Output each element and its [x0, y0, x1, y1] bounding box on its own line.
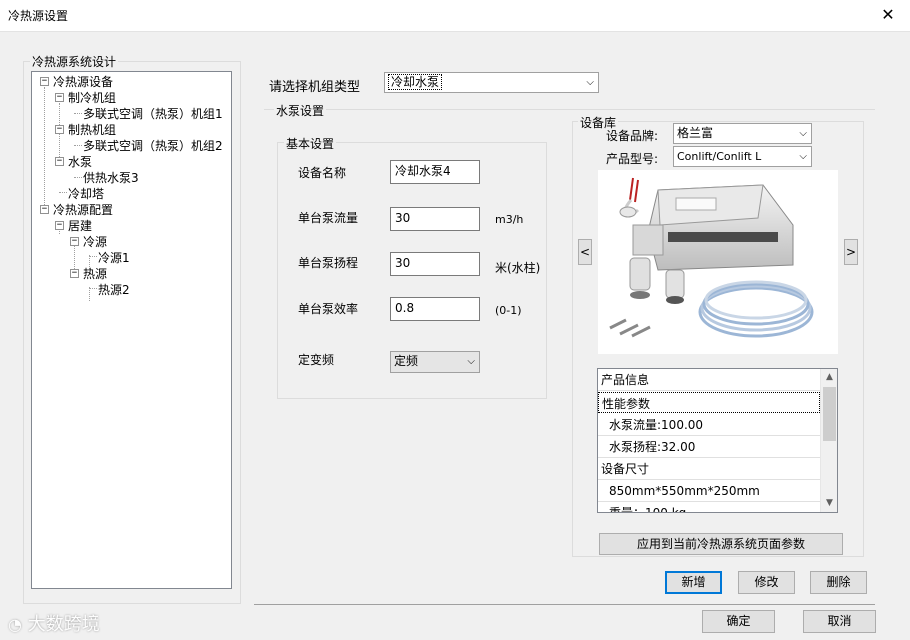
list-item-selected[interactable]: 性能参数 [598, 392, 820, 413]
list-item[interactable]: 产品信息 [598, 369, 820, 391]
frequency-value: 定频 [394, 354, 419, 368]
tree-item-config[interactable]: 冷热源配置 [53, 203, 113, 217]
tree-item-heat-source-2[interactable]: 热源2 [98, 283, 130, 297]
frequency-label: 定变频 [298, 353, 335, 367]
head-unit: 米(水柱) [495, 261, 541, 275]
list-item[interactable]: 水泵流量:100.00 [598, 414, 820, 436]
chevron-down-icon: ⌵ [799, 151, 807, 162]
window-title: 冷热源设置 [8, 9, 69, 23]
efficiency-label: 单台泵效率 [298, 302, 359, 316]
efficiency-field[interactable]: 0.8 [390, 297, 480, 321]
chevron-down-icon: ⌵ [586, 77, 594, 88]
list-item[interactable]: 水泵扬程:32.00 [598, 436, 820, 458]
tree-item-cold-source-1[interactable]: 冷源1 [98, 251, 130, 265]
tree-item-chiller[interactable]: 制冷机组 [68, 91, 116, 105]
model-value: Conlift/Conlift L [677, 150, 762, 163]
basic-settings-label: 基本设置 [284, 135, 337, 152]
tree-item-cooling-tower[interactable]: 冷却塔 [68, 187, 104, 201]
prev-image-button[interactable]: < [578, 239, 592, 265]
watermark-icon: ◔ [8, 615, 22, 634]
scroll-thumb[interactable] [823, 387, 836, 441]
tree-item-equipment[interactable]: 冷热源设备 [53, 75, 113, 89]
tree-item-heater[interactable]: 制热机组 [68, 123, 116, 137]
system-design-label: 冷热源系统设计 [30, 53, 119, 70]
list-scrollbar[interactable]: ▲ ▼ [820, 369, 837, 512]
efficiency-range: (0-1) [495, 304, 522, 317]
tree-item-vrf-2[interactable]: 多联式空调（热泵）机组2 [83, 139, 223, 153]
model-select[interactable]: Conlift/Conlift L ⌵ [673, 146, 812, 167]
collapse-icon[interactable]: − [55, 125, 64, 134]
product-image [598, 170, 838, 354]
scroll-up-icon[interactable]: ▲ [821, 369, 837, 386]
brand-value: 格兰富 [677, 126, 714, 140]
tree-item-heating-pump[interactable]: 供热水泵3 [83, 171, 139, 185]
delete-button[interactable]: 删除 [810, 571, 867, 594]
tree-item-heat-source[interactable]: 热源 [83, 267, 107, 281]
brand-select[interactable]: 格兰富 ⌵ [673, 123, 812, 144]
tree-item-vrf-1[interactable]: 多联式空调（热泵）机组1 [83, 107, 223, 121]
flow-field[interactable]: 30 [390, 207, 480, 231]
device-name-label: 设备名称 [298, 166, 347, 180]
flow-label: 单台泵流量 [298, 211, 359, 225]
pump-group-line [264, 109, 875, 110]
collapse-icon[interactable]: − [70, 269, 79, 278]
modify-button[interactable]: 修改 [738, 571, 795, 594]
chevron-down-icon: ⌵ [467, 356, 475, 367]
collapse-icon[interactable]: − [40, 77, 49, 86]
tree-item-pump[interactable]: 水泵 [68, 155, 92, 169]
ok-button[interactable]: 确定 [702, 610, 775, 633]
head-field[interactable]: 30 [390, 252, 480, 276]
collapse-icon[interactable]: − [70, 237, 79, 246]
watermark-text: 大数跨境 [27, 614, 100, 635]
unit-type-label: 请选择机组类型 [269, 80, 361, 95]
collapse-icon[interactable]: − [55, 221, 64, 230]
pump-illustration [609, 177, 814, 338]
chevron-down-icon: ⌵ [799, 128, 807, 139]
cancel-button[interactable]: 取消 [803, 610, 876, 633]
unit-type-value: 冷却水泵 [388, 74, 443, 90]
product-info-list[interactable]: 产品信息 性能参数 水泵流量:100.00 水泵扬程:32.00 设备尺寸 85… [597, 368, 838, 513]
close-icon[interactable]: ✕ [876, 3, 900, 27]
unit-type-select[interactable]: 冷却水泵 ⌵ [384, 72, 599, 93]
tree-item-residential[interactable]: 居建 [68, 219, 92, 233]
tree-item-cold-source[interactable]: 冷源 [83, 235, 107, 249]
footer-divider [254, 604, 875, 605]
model-label: 产品型号: [606, 152, 659, 166]
apply-parameters-button[interactable]: 应用到当前冷热源系统页面参数 [599, 533, 843, 555]
pump-group-label: 水泵设置 [274, 102, 327, 119]
head-label: 单台泵扬程 [298, 256, 359, 270]
title-bar: 冷热源设置 ✕ [0, 0, 910, 32]
device-name-field[interactable]: 冷却水泵4 [390, 160, 480, 184]
list-item[interactable]: 850mm*550mm*250mm [598, 480, 820, 502]
collapse-icon[interactable]: − [40, 205, 49, 214]
list-item[interactable]: 重量：100 kg [598, 502, 820, 512]
brand-label: 设备品牌: [606, 129, 659, 143]
collapse-icon[interactable]: − [55, 157, 64, 166]
system-tree[interactable]: − 冷热源设备 − 制冷机组 多联式空调（热泵）机组1 − 制热机组 多联式空调… [31, 71, 232, 589]
next-image-button[interactable]: > [844, 239, 858, 265]
scroll-down-icon[interactable]: ▼ [821, 495, 837, 512]
watermark: ◔ 大数跨境 [8, 610, 100, 636]
add-button[interactable]: 新增 [665, 571, 722, 594]
collapse-icon[interactable]: − [55, 93, 64, 102]
flow-unit: m3/h [495, 213, 524, 226]
frequency-select[interactable]: 定频 ⌵ [390, 351, 480, 373]
list-item[interactable]: 设备尺寸 [598, 458, 820, 480]
